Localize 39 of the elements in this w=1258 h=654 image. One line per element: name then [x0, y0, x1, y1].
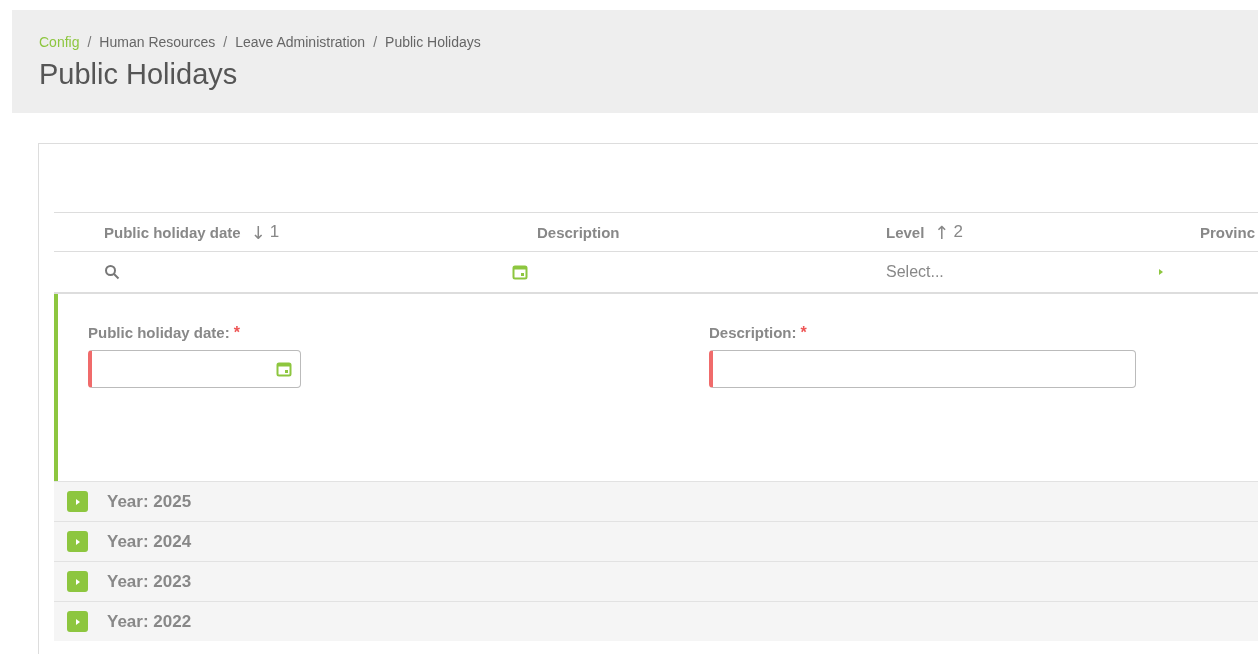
input-field[interactable]: [709, 350, 1136, 388]
column-header[interactable]: Level: [886, 223, 925, 241]
column-header[interactable]: Public holiday date: [104, 223, 241, 241]
group-label: Year: 2024: [107, 531, 192, 552]
caret-icon[interactable]: [1157, 268, 1164, 276]
breadcrumb-item: Human Resources: [99, 34, 216, 50]
breadcrumb-item: Public Holidays: [385, 34, 481, 50]
level-select[interactable]: Select...: [886, 263, 944, 281]
breadcrumb-separator: /: [373, 34, 378, 50]
column-header[interactable]: Provinc: [1200, 223, 1256, 241]
group-label: Year: 2022: [107, 611, 192, 632]
sort-order: 1: [269, 222, 280, 242]
breadcrumb-separator: /: [223, 34, 228, 50]
sort-indicator[interactable]: ↓: [250, 221, 266, 243]
expand-toggle-icon[interactable]: [67, 491, 88, 512]
breadcrumb-link[interactable]: Config: [39, 34, 80, 50]
group-row[interactable]: Year: 2023: [54, 561, 1258, 601]
group-label: Year: 2023: [107, 571, 192, 592]
calendar-icon[interactable]: [512, 264, 528, 280]
field-label: Public holiday date:: [88, 324, 230, 342]
group-label: Year: 2025: [107, 491, 192, 512]
breadcrumb-separator: /: [87, 34, 92, 50]
field-label: Description:: [709, 324, 797, 342]
page-title: Public Holidays: [39, 58, 239, 91]
calendar-icon[interactable]: [276, 361, 292, 377]
expand-toggle-icon[interactable]: [67, 571, 88, 592]
group-row[interactable]: Year: 2022: [54, 601, 1258, 641]
group-row[interactable]: Year: 2025: [54, 481, 1258, 521]
required-asterisk: *: [800, 324, 807, 342]
expand-toggle-icon[interactable]: [67, 611, 88, 632]
required-asterisk: *: [233, 324, 240, 342]
sort-order: 2: [953, 222, 963, 242]
date-field[interactable]: [88, 350, 301, 388]
breadcrumb-item: Leave Administration: [235, 34, 366, 50]
group-row[interactable]: Year: 2024: [54, 521, 1258, 561]
expand-toggle-icon[interactable]: [67, 531, 88, 552]
search-icon[interactable]: [104, 264, 120, 280]
column-header[interactable]: Description: [537, 223, 620, 241]
sort-indicator[interactable]: ↑: [934, 221, 950, 243]
